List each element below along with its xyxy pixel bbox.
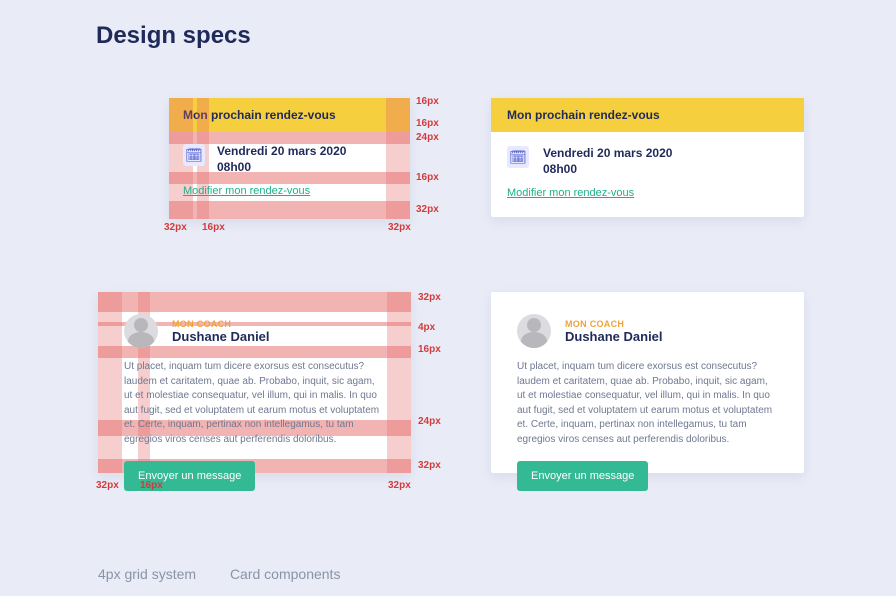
coach-paragraph: Ut placet, inquam tum dicere exorsus est… bbox=[124, 360, 385, 447]
spec-measure: 32px bbox=[388, 480, 411, 491]
spec-measure: 4px bbox=[418, 322, 435, 333]
spec-measure: 32px bbox=[416, 204, 439, 215]
coach-name: Dushane Daniel bbox=[565, 329, 663, 344]
avatar bbox=[124, 314, 158, 348]
spec-measure: 24px bbox=[418, 416, 441, 427]
edit-appointment-link[interactable]: Modifier mon rendez-vous bbox=[507, 187, 634, 199]
spec-measure: 32px bbox=[388, 222, 411, 233]
spec-measure: 16px bbox=[416, 96, 439, 107]
spec-measure: 16px bbox=[202, 222, 225, 233]
spec-measure: 16px bbox=[418, 344, 441, 355]
coach-paragraph: Ut placet, inquam tum dicere exorsus est… bbox=[517, 360, 778, 447]
appointment-card-header: Mon prochain rendez-vous bbox=[507, 108, 660, 122]
appointment-date: Vendredi 20 mars 2020 bbox=[217, 144, 346, 160]
spec-measure: 32px bbox=[418, 292, 441, 303]
coach-card: MON COACH Dushane Daniel Ut placet, inqu… bbox=[491, 292, 804, 473]
spec-measure: 32px bbox=[96, 480, 119, 491]
avatar bbox=[517, 314, 551, 348]
footer-caption: 4px grid system Card components bbox=[98, 566, 370, 582]
footer-grid-label: 4px grid system bbox=[98, 566, 196, 582]
spec-measure: 16px bbox=[416, 118, 439, 129]
spec-measure: 32px bbox=[418, 460, 441, 471]
spec-measure: 32px bbox=[164, 222, 187, 233]
footer-components-label: Card components bbox=[230, 566, 341, 582]
calendar-icon: 🗓 bbox=[183, 144, 205, 166]
appointment-time: 08h00 bbox=[543, 162, 672, 178]
appointment-time: 08h00 bbox=[217, 160, 346, 176]
edit-appointment-link[interactable]: Modifier mon rendez-vous bbox=[183, 185, 310, 197]
appointment-date: Vendredi 20 mars 2020 bbox=[543, 146, 672, 162]
spec-measure: 24px bbox=[416, 132, 439, 143]
coach-tag: MON COACH bbox=[565, 319, 663, 329]
spec-measure: 16px bbox=[416, 172, 439, 183]
spec-measure: 16px bbox=[140, 480, 163, 491]
send-message-button[interactable]: Envoyer un message bbox=[517, 461, 648, 491]
coach-name: Dushane Daniel bbox=[172, 329, 270, 344]
page-title: Design specs bbox=[96, 22, 251, 50]
appointment-card: Mon prochain rendez-vous 🗓 Vendredi 20 m… bbox=[491, 98, 804, 217]
coach-card-spec: MON COACH Dushane Daniel Ut placet, inqu… bbox=[98, 292, 411, 473]
appointment-card-spec: Mon prochain rendez-vous 🗓 Vendredi 20 m… bbox=[169, 98, 410, 219]
calendar-icon: 🗓 bbox=[507, 146, 529, 168]
coach-tag: MON COACH bbox=[172, 319, 270, 329]
